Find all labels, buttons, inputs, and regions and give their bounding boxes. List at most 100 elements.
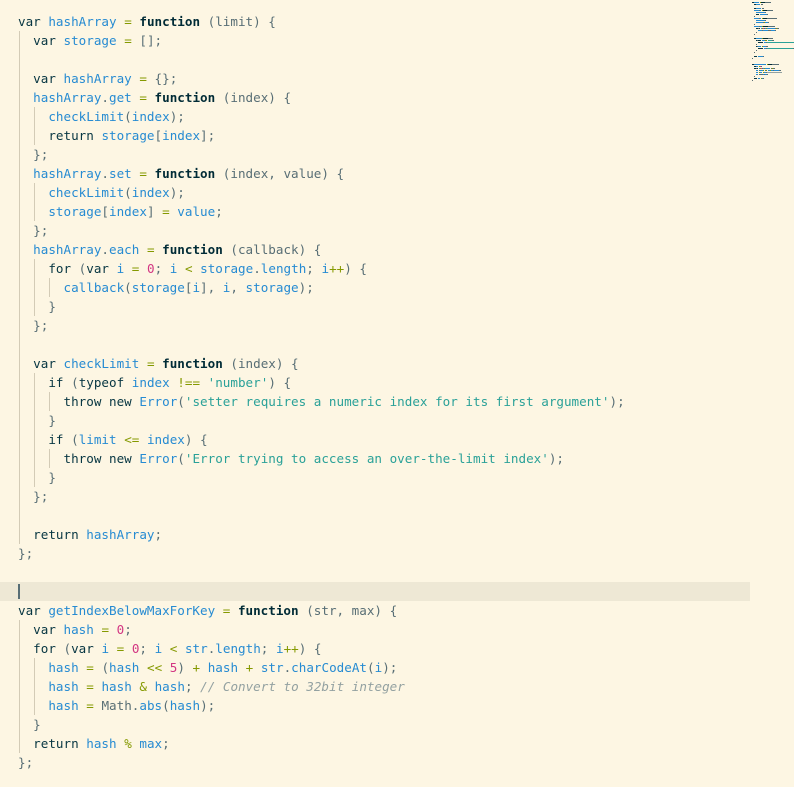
minimap-mark [754,56,758,57]
code-token: ; [124,622,132,637]
code-line[interactable] [0,506,750,525]
code-token: storage [131,280,185,295]
code-token: } [33,717,41,732]
code-line[interactable] [0,582,750,601]
code-line[interactable]: return hash % max; [0,734,750,753]
code-line[interactable]: var hash = 0; [0,620,750,639]
code-line[interactable]: storage[index] = value; [0,202,750,221]
code-token: limit [78,432,117,447]
code-line[interactable]: throw new Error('setter requires a numer… [0,392,750,411]
code-line[interactable]: } [0,297,750,316]
code-token: + [192,660,201,675]
minimap-mark [767,10,773,11]
code-line[interactable]: return hashArray; [0,525,750,544]
code-token: getIndexBelowMaxForKey [48,603,216,618]
code-token: (index, value) { [215,166,345,181]
code-line[interactable]: checkLimit(index); [0,107,750,126]
indent-guide [19,335,20,354]
code-line[interactable]: hashArray.get = function (index) { [0,88,750,107]
code-token: function [154,166,216,181]
minimap[interactable] [750,0,794,787]
indent-guide [19,183,20,202]
code-line[interactable]: } [0,468,750,487]
code-token: 'setter requires a numeric index for its… [184,394,610,409]
code-line[interactable]: } [0,715,750,734]
code-token: = [86,698,94,713]
code-line[interactable]: var hashArray = {}; [0,69,750,88]
code-line[interactable]: }; [0,544,750,563]
code-line[interactable]: var hashArray = function (limit) { [0,12,750,31]
code-editor[interactable]: var hashArray = function (limit) { var s… [0,0,794,787]
code-line[interactable]: var checkLimit = function (index) { [0,354,750,373]
code-area[interactable]: var hashArray = function (limit) { var s… [0,12,750,772]
code-line[interactable] [0,335,750,354]
code-line[interactable]: throw new Error('Error trying to access … [0,449,750,468]
code-line[interactable]: }; [0,316,750,335]
indent-guide [34,468,36,487]
code-line[interactable]: callback(storage[i], i, storage); [0,278,750,297]
code-token: ; [139,641,155,656]
code-line[interactable]: var getIndexBelowMaxForKey = function (s… [0,601,750,620]
code-token: = [139,71,147,86]
indent-guide [34,107,36,126]
code-line[interactable] [0,563,750,582]
code-line[interactable]: }; [0,753,750,772]
code-token: (limit) { [200,14,276,29]
code-line[interactable]: checkLimit(index); [0,183,750,202]
minimap-mark [763,78,765,79]
code-token: , [230,280,246,295]
minimap-mark [754,16,756,17]
indent-guide [19,31,20,50]
indent-guide [19,240,20,259]
code-token: ; [154,261,170,276]
code-line[interactable]: } [0,411,750,430]
code-line[interactable]: hash = (hash << 5) + hash + str.charCode… [0,658,750,677]
code-line[interactable]: hashArray.set = function (index, value) … [0,164,750,183]
code-line[interactable] [0,50,750,69]
code-line[interactable]: }; [0,145,750,164]
indent-guide [19,69,20,88]
indent-guide [19,715,20,734]
minimap-mark [752,80,754,81]
minimap-mark [761,4,764,5]
code-line[interactable]: for (var i = 0; i < str.length; i++) { [0,639,750,658]
code-token: get [109,90,132,105]
code-token: return [33,736,79,751]
code-line[interactable]: if (typeof index !== 'number') { [0,373,750,392]
code-line[interactable]: return storage[index]; [0,126,750,145]
code-line[interactable]: if (limit <= index) { [0,430,750,449]
code-token: function [154,90,216,105]
code-line[interactable]: var storage = []; [0,31,750,50]
code-line[interactable]: }; [0,487,750,506]
minimap-mark [756,4,761,5]
code-line[interactable]: hashArray.each = function (callback) { [0,240,750,259]
code-token: = [86,660,94,675]
code-token: i [275,641,284,656]
code-token: index [109,204,147,219]
code-token: ); [382,660,398,675]
code-token: = [162,204,170,219]
code-token: (index) { [215,90,292,105]
code-token: hashArray [33,242,102,257]
minimap-mark [767,74,769,75]
code-line[interactable]: hash = Math.abs(hash); [0,696,750,715]
code-line[interactable]: hash = hash & hash; // Convert to 32bit … [0,677,750,696]
code-line[interactable]: for (var i = 0; i < storage.length; i++)… [0,259,750,278]
code-line[interactable]: }; [0,221,750,240]
